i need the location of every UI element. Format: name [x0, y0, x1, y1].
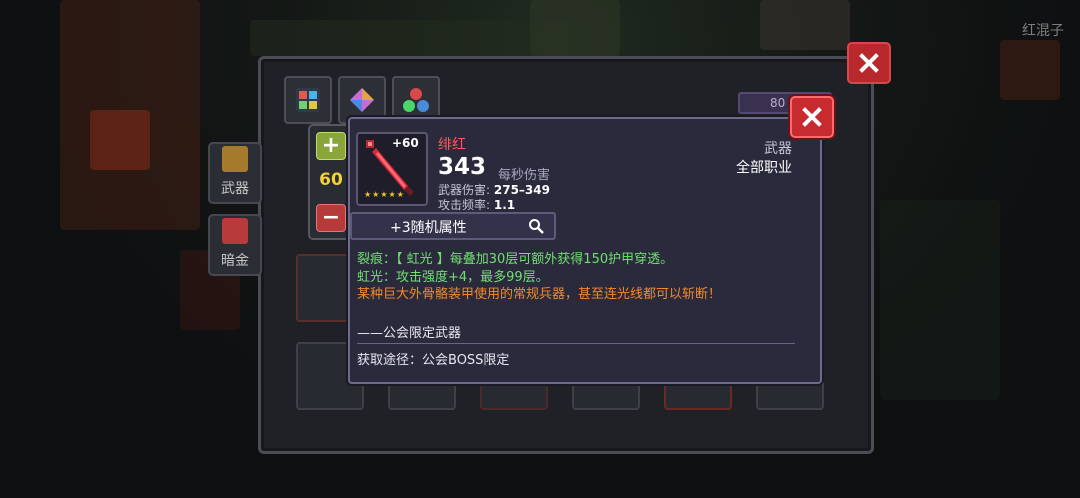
upgrade-level: +60 [392, 136, 419, 150]
damage-value: 275–349 [493, 183, 550, 197]
gem-icon [350, 88, 374, 112]
stepper-value: 60 [319, 170, 343, 190]
random-attributes-label: +3随机属性 [390, 220, 467, 236]
decrease-button[interactable]: − [316, 204, 346, 232]
damage-label: 武器伤害: [438, 183, 491, 197]
shield-icon [222, 146, 248, 172]
close-icon [859, 53, 879, 73]
side-tab-weapons[interactable]: 武器 [208, 142, 262, 204]
acquisition-source: 获取途径：公会BOSS限定 [357, 353, 510, 368]
game-scene: 红混子 80 武器 暗金 + 60 − +60 ★★★★★ 绯红 343 每秒伤… [0, 0, 1080, 498]
side-tab-dark-gold[interactable]: 暗金 [208, 214, 262, 276]
divider [357, 343, 795, 344]
increase-button[interactable]: + [316, 132, 346, 160]
side-tab-label: 暗金 [221, 253, 249, 269]
orbs-icon [403, 88, 429, 112]
weapon-description: 某种巨大外骨骼装甲使用的常规兵器，甚至连光线都可以斩断！ [357, 287, 722, 302]
side-tab-label: 武器 [221, 181, 249, 197]
weapon-name: 绯红 [438, 137, 466, 153]
attack-rate-stat: 攻击频率: 1.1 [438, 196, 515, 213]
effect-line: 虹光：攻击强度+4，最多99层。 [357, 270, 549, 285]
palette-icon [296, 88, 320, 112]
dps-value: 343 [438, 154, 487, 180]
tooltip-close-button[interactable] [790, 96, 834, 138]
weapon-class: 全部职业 [736, 160, 792, 176]
magnifier-icon[interactable] [528, 218, 544, 234]
chest-icon [222, 218, 248, 244]
inventory-close-button[interactable] [847, 42, 891, 84]
attack-rate-value: 1.1 [493, 198, 516, 212]
rarity-stars: ★★★★★ [364, 190, 405, 199]
close-icon [802, 107, 822, 127]
currency-value: 80 [770, 96, 786, 110]
weapon-motto: ——公会限定武器 [357, 326, 462, 341]
attack-rate-label: 攻击频率: [438, 198, 491, 212]
effect-line: 裂痕：【 虹光 】每叠加30层可额外获得150护甲穿透。 [357, 252, 674, 267]
tab-palette[interactable] [284, 76, 332, 124]
random-attributes-button[interactable]: +3随机属性 [350, 212, 556, 240]
weapon-type: 武器 [764, 141, 792, 157]
